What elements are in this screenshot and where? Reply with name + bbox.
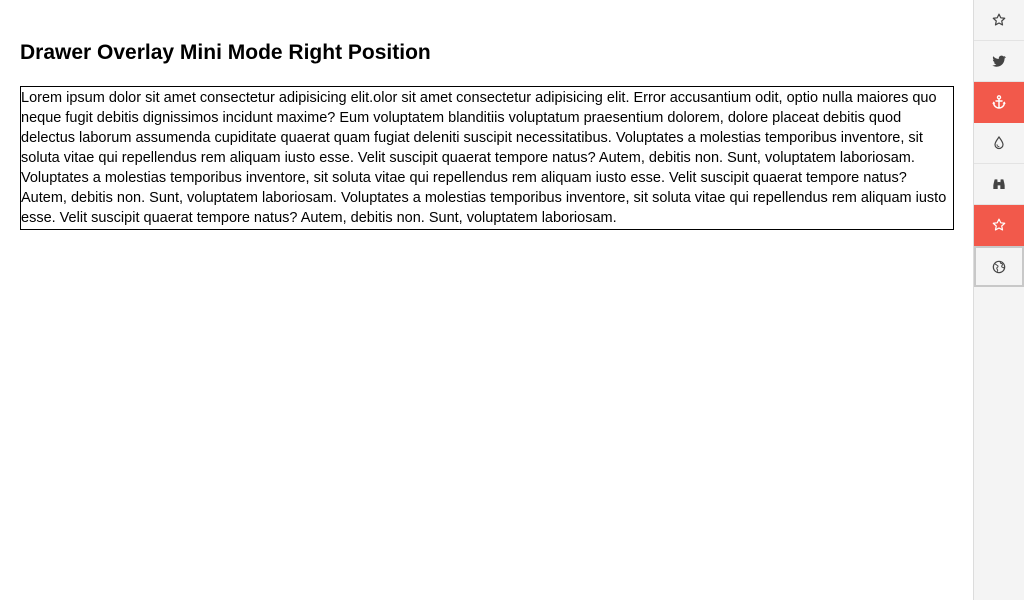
drawer-mini-right — [973, 0, 1024, 600]
star-outline-icon — [991, 12, 1007, 28]
paragraph-box: Lorem ipsum dolor sit amet consectetur a… — [20, 86, 954, 230]
drawer-item-star[interactable] — [974, 0, 1024, 41]
twitter-icon — [991, 53, 1007, 69]
main-content: Drawer Overlay Mini Mode Right Position … — [20, 0, 954, 230]
binoculars-icon — [991, 176, 1007, 192]
drawer-item-binoculars[interactable] — [974, 164, 1024, 205]
globe-icon — [991, 259, 1007, 275]
drawer-item-twitter[interactable] — [974, 41, 1024, 82]
page: Drawer Overlay Mini Mode Right Position … — [0, 0, 1024, 600]
drawer-item-globe[interactable] — [974, 246, 1024, 287]
star-outline-icon — [991, 217, 1007, 233]
drop-icon — [991, 135, 1007, 151]
drawer-item-anchor[interactable] — [974, 82, 1024, 123]
drawer-item-star-active[interactable] — [974, 205, 1024, 246]
drawer-item-drop[interactable] — [974, 123, 1024, 164]
page-title: Drawer Overlay Mini Mode Right Position — [20, 41, 431, 64]
anchor-icon — [991, 94, 1007, 110]
